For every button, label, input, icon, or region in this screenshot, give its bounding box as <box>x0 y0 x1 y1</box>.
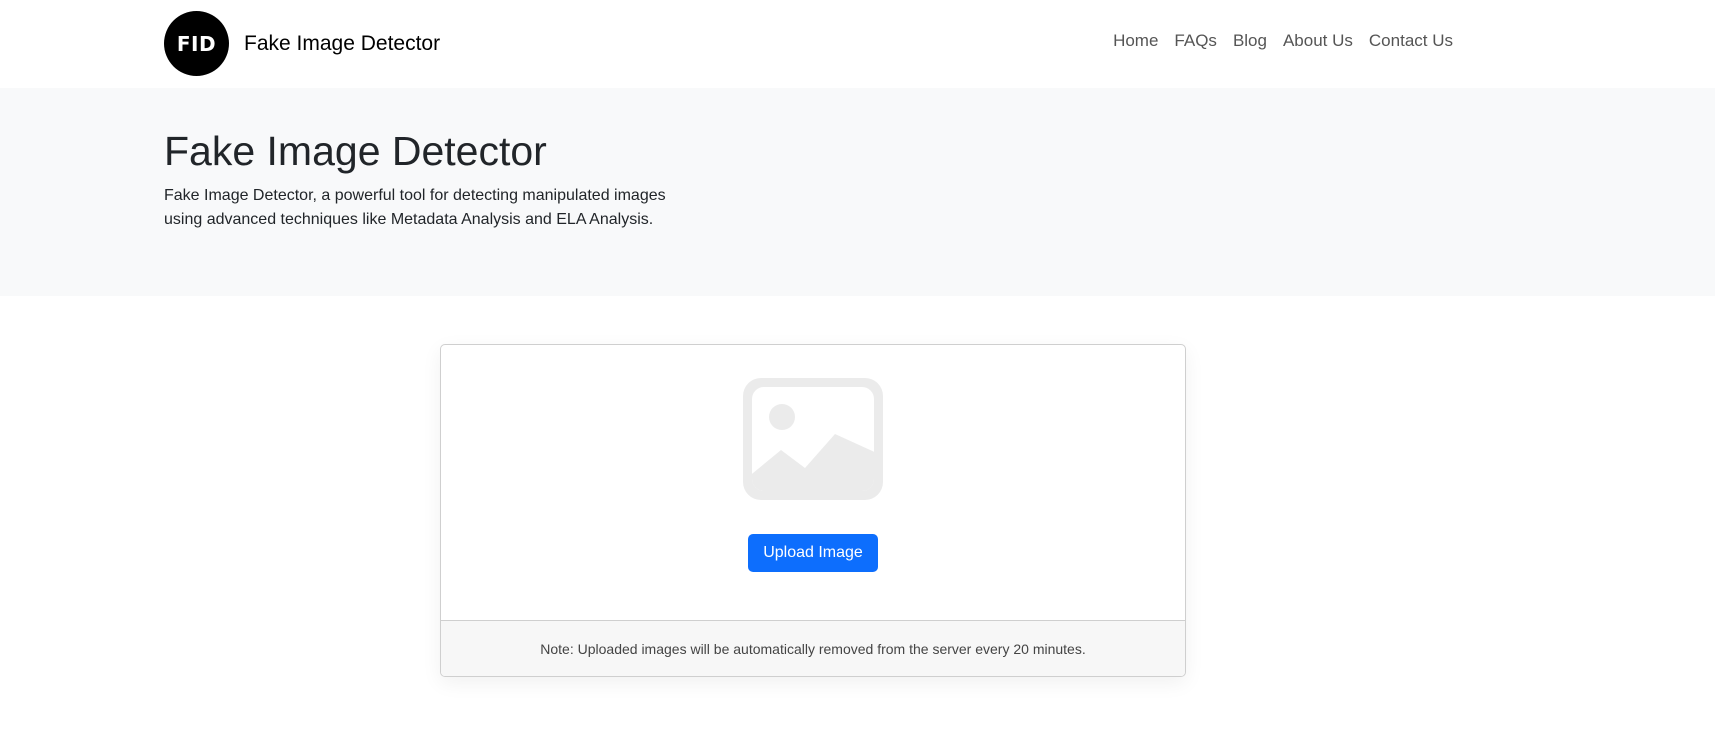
nav-link-contact-us[interactable]: Contact Us <box>1369 31 1453 51</box>
navbar: FID Fake Image Detector Home FAQs Blog A… <box>0 0 1715 88</box>
nav-link-about-us[interactable]: About Us <box>1283 31 1353 51</box>
logo[interactable]: FID <box>164 11 229 76</box>
logo-text: FID <box>176 31 217 56</box>
hero: Fake Image Detector Fake Image Detector,… <box>0 88 1715 296</box>
brand-name[interactable]: Fake Image Detector <box>244 32 440 56</box>
upload-card: Upload Image Note: Uploaded images will … <box>440 344 1186 677</box>
brand[interactable]: FID Fake Image Detector <box>164 11 440 76</box>
hero-description: Fake Image Detector, a powerful tool for… <box>164 187 666 228</box>
nav-link-blog[interactable]: Blog <box>1233 31 1267 51</box>
nav-link-home[interactable]: Home <box>1113 31 1158 51</box>
nav-link-faqs[interactable]: FAQs <box>1174 31 1217 51</box>
upload-image-button[interactable]: Upload Image <box>748 534 878 572</box>
upload-card-body: Upload Image <box>441 345 1185 620</box>
upload-card-footer: Note: Uploaded images will be automatica… <box>441 620 1185 676</box>
upload-note: Note: Uploaded images will be automatica… <box>540 641 1086 657</box>
nav-links: Home FAQs Blog About Us Contact Us <box>1097 31 1453 51</box>
image-icon <box>743 378 883 500</box>
page-title: Fake Image Detector <box>164 128 547 174</box>
